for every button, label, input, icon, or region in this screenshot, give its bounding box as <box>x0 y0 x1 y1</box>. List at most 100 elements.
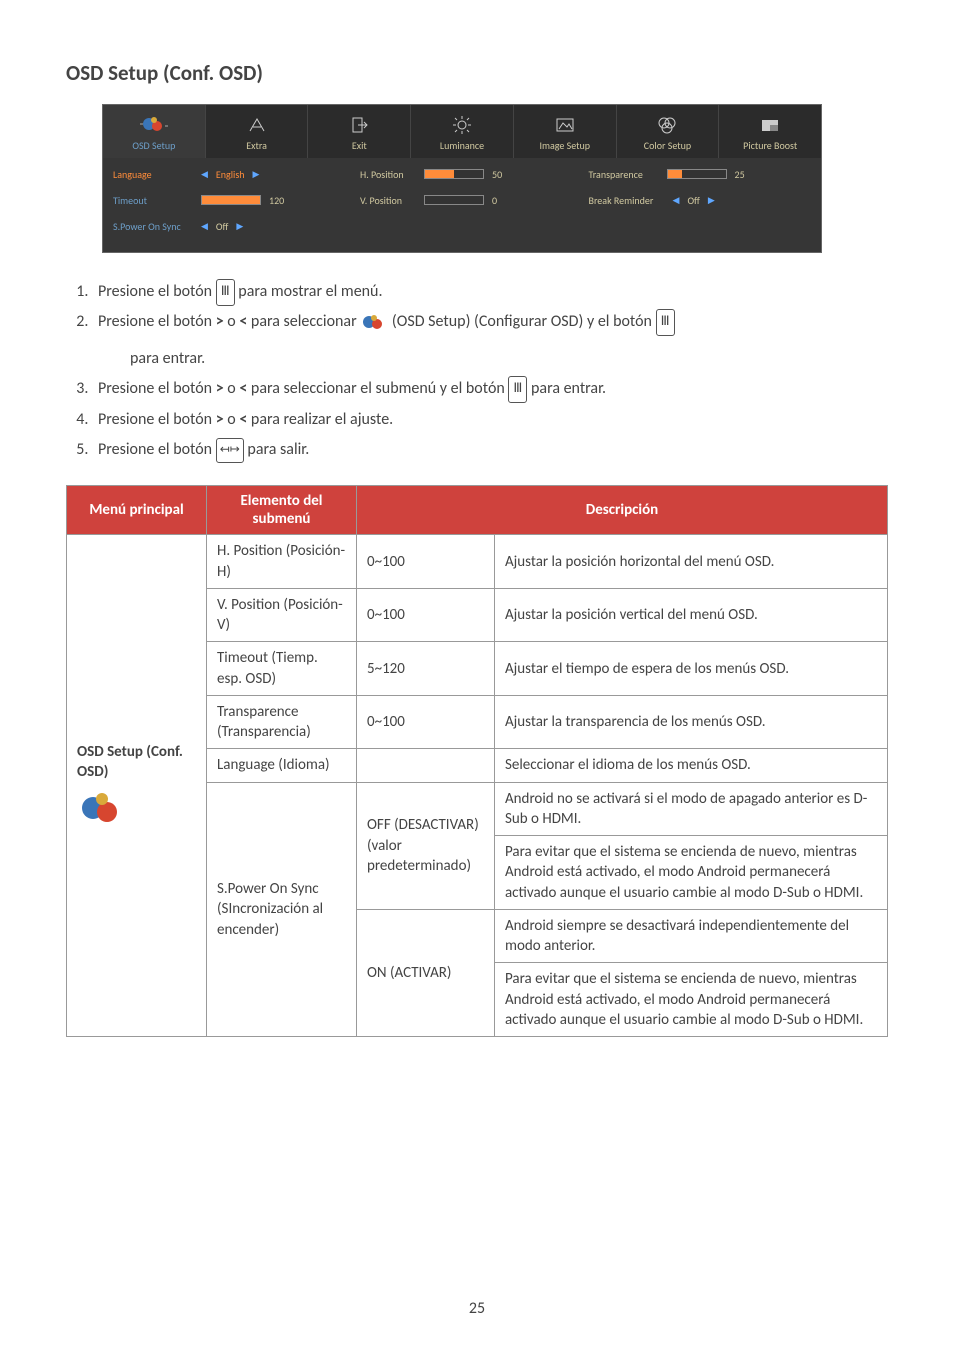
table-header-sub: Elemento del submenú <box>207 486 357 535</box>
step-text: para realizar el ajuste. <box>247 410 393 429</box>
osd-label: H. Position <box>360 168 416 181</box>
osd-tab-osd-setup: OSD Setup <box>103 105 206 158</box>
step-text: Presione el botón <box>98 282 216 301</box>
osd-setup-icon <box>107 113 201 137</box>
osd-body: Language ◀ English ▶ Timeout 120 S.Power… <box>103 158 821 252</box>
osd-row-language: Language ◀ English ▶ <box>113 166 354 182</box>
instruction-list: Presione el botón Ⅲ para mostrar el menú… <box>66 277 888 465</box>
cell-main-menu: OSD Setup (Conf. OSD) <box>67 535 207 1037</box>
osd-tabs: OSD Setup Extra Exit Luminance Image Set… <box>103 105 821 158</box>
cell-submenu: S.Power On Sync (SIncronización al encen… <box>207 782 357 1037</box>
cell-desc: Para evitar que el sistema se encienda d… <box>495 963 888 1037</box>
cell-submenu: H. Position (Posición-H) <box>207 535 357 589</box>
osd-label: Break Reminder <box>589 194 665 207</box>
osd-label: S.Power On Sync <box>113 220 193 233</box>
step-text: o <box>224 379 240 398</box>
step-text: para entrar. <box>527 379 606 398</box>
cell-desc: Para evitar que el sistema se encienda d… <box>495 836 888 910</box>
step-text: para salir. <box>244 440 310 459</box>
description-table: Menú principal Elemento del submenú Desc… <box>66 485 888 1037</box>
osd-row-break-reminder: Break Reminder ◀ Off ▶ <box>589 192 811 208</box>
list-item: Presione el botón Ⅲ para mostrar el menú… <box>92 277 888 307</box>
list-item: Presione el botón > o < para seleccionar… <box>92 307 888 374</box>
osd-tab-picture-boost: Picture Boost <box>719 105 821 158</box>
osd-value: Off <box>216 220 228 233</box>
arrow-left-icon: ◀ <box>201 169 208 180</box>
osd-tab-extra: Extra <box>206 105 309 158</box>
osd-screenshot: OSD Setup Extra Exit Luminance Image Set… <box>102 104 822 253</box>
list-item: Presione el botón > o < para seleccionar… <box>92 374 888 404</box>
slider-bar <box>424 169 484 179</box>
cell-value: 0~100 <box>357 588 495 642</box>
step-text: Presione el botón <box>98 440 216 459</box>
osd-tab-label: Exit <box>352 139 367 152</box>
cell-desc: Android no se activará si el modo de apa… <box>495 782 888 836</box>
color-setup-icon <box>621 113 715 137</box>
right-chevron-icon: > <box>216 410 224 429</box>
cell-submenu: Timeout (Tiemp. esp. OSD) <box>207 642 357 696</box>
main-menu-label: OSD Setup (Conf. OSD) <box>77 743 183 781</box>
auto-button-icon: ↤↦ <box>216 438 244 463</box>
osd-label: V. Position <box>360 194 416 207</box>
exit-icon <box>312 113 406 137</box>
arrow-left-icon: ◀ <box>201 221 208 232</box>
cell-value: 0~100 <box>357 695 495 749</box>
cell-desc: Ajustar el tiempo de espera de los menús… <box>495 642 888 696</box>
table-header-main: Menú principal <box>67 486 207 535</box>
slider-bar <box>667 169 727 179</box>
step-text: (OSD Setup) (Configurar OSD) y el botón <box>392 312 656 331</box>
cell-value: OFF (DESACTIVAR) (valor predeterminado) <box>357 782 495 909</box>
osd-tab-label: OSD Setup <box>132 139 175 152</box>
osd-value: 25 <box>735 168 745 181</box>
osd-tab-label: Picture Boost <box>743 139 797 152</box>
cell-desc: Ajustar la posición vertical del menú OS… <box>495 588 888 642</box>
picture-boost-icon <box>723 113 817 137</box>
arrow-left-icon: ◀ <box>673 195 680 206</box>
step-text: Presione el botón <box>98 312 216 331</box>
osd-label: Language <box>113 168 193 181</box>
step-text: Presione el botón <box>98 410 216 429</box>
cell-submenu: V. Position (Posición-V) <box>207 588 357 642</box>
cell-desc: Seleccionar el idioma de los menús OSD. <box>495 749 888 782</box>
osd-row-vposition: V. Position 0 <box>360 192 582 208</box>
osd-setup-icon <box>77 788 125 830</box>
menu-button-icon: Ⅲ <box>656 309 675 336</box>
slider-bar <box>424 195 484 205</box>
osd-tab-label: Color Setup <box>644 139 691 152</box>
osd-row-transparence: Transparence 25 <box>589 166 811 182</box>
cell-value: 0~100 <box>357 535 495 589</box>
osd-label: Timeout <box>113 194 193 207</box>
osd-value: English <box>216 168 245 181</box>
luminance-icon <box>415 113 509 137</box>
image-setup-icon <box>518 113 612 137</box>
page-number: 25 <box>0 1299 954 1318</box>
osd-tab-image-setup: Image Setup <box>514 105 617 158</box>
osd-value: 120 <box>269 194 284 207</box>
extra-icon <box>210 113 304 137</box>
slider-bar <box>201 195 261 205</box>
menu-button-icon: Ⅲ <box>508 376 527 403</box>
step-text: o <box>224 312 240 331</box>
osd-tab-label: Image Setup <box>539 139 590 152</box>
osd-row-hposition: H. Position 50 <box>360 166 582 182</box>
osd-label: Transparence <box>589 168 659 181</box>
page-title: OSD Setup (Conf. OSD) <box>66 60 888 86</box>
step-text: Presione el botón <box>98 379 216 398</box>
cell-value: 5~120 <box>357 642 495 696</box>
right-chevron-icon: > <box>216 379 224 398</box>
osd-tab-luminance: Luminance <box>411 105 514 158</box>
osd-tab-exit: Exit <box>308 105 411 158</box>
step-text: para entrar. <box>130 344 888 374</box>
right-chevron-icon: > <box>216 312 224 331</box>
osd-row-timeout: Timeout 120 <box>113 192 354 208</box>
cell-desc: Android siempre se desactivará independi… <box>495 909 888 963</box>
cell-desc: Ajustar la posición horizontal del menú … <box>495 535 888 589</box>
cell-submenu: Transparence (Transparencia) <box>207 695 357 749</box>
osd-tab-label: Luminance <box>440 139 484 152</box>
table-header-desc: Descripción <box>357 486 888 535</box>
osd-value: Off <box>687 194 699 207</box>
menu-button-icon: Ⅲ <box>216 279 235 306</box>
list-item: Presione el botón ↤↦ para salir. <box>92 435 888 465</box>
osd-setup-icon <box>360 312 388 334</box>
arrow-right-icon: ▶ <box>708 195 715 206</box>
